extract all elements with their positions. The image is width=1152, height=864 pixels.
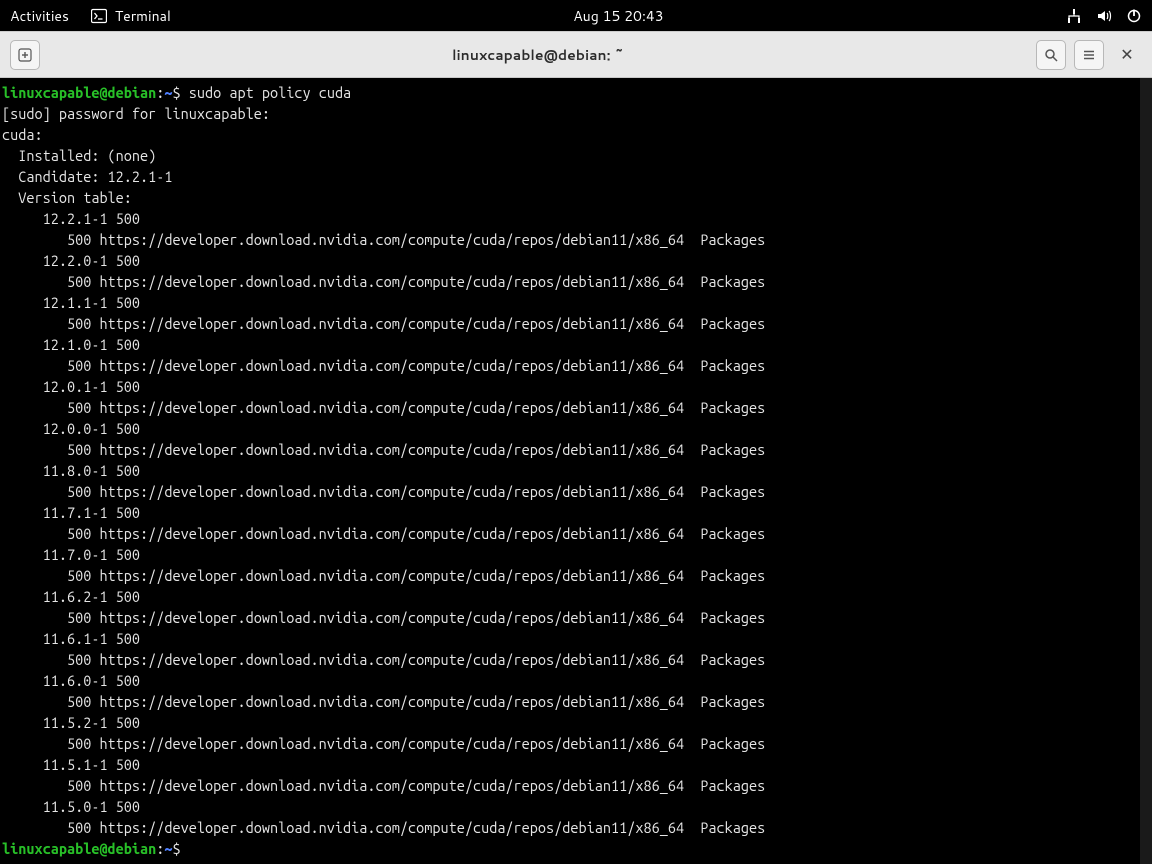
close-button[interactable]: ✕ xyxy=(1112,40,1142,70)
version-table-header: Version table: xyxy=(2,189,132,206)
terminal-app-label: Terminal xyxy=(115,6,171,26)
prompt-path: ~ xyxy=(164,840,172,857)
menu-button[interactable] xyxy=(1074,40,1104,70)
installed-line: Installed: (none) xyxy=(2,147,156,164)
search-icon xyxy=(1044,48,1058,62)
terminal-output[interactable]: linuxcapable@debian:~$ sudo apt policy c… xyxy=(0,78,1152,864)
terminal-icon xyxy=(91,8,107,24)
gnome-topbar: Activities Terminal Aug 15 20:43 xyxy=(0,0,1152,31)
search-button[interactable] xyxy=(1036,40,1066,70)
clock[interactable]: Aug 15 20:43 xyxy=(171,6,1066,26)
network-icon[interactable] xyxy=(1066,8,1082,24)
close-icon: ✕ xyxy=(1120,43,1133,66)
version-list: 12.2.1-1 500 500 https://developer.downl… xyxy=(2,210,765,836)
hamburger-icon xyxy=(1082,48,1096,62)
volume-icon[interactable] xyxy=(1096,8,1112,24)
prompt-user-host: linuxcapable@debian xyxy=(2,840,156,857)
prompt-dollar: $ xyxy=(173,84,189,101)
terminal-app-indicator[interactable]: Terminal xyxy=(91,6,171,26)
candidate-line: Candidate: 12.2.1-1 xyxy=(2,168,173,185)
window-title: linuxcapable@debian: ~ xyxy=(48,45,1028,65)
new-tab-button[interactable] xyxy=(10,40,40,70)
power-icon[interactable] xyxy=(1126,8,1142,24)
prompt-path: ~ xyxy=(164,84,172,101)
plus-icon xyxy=(18,48,32,62)
prompt-user-host: linuxcapable@debian xyxy=(2,84,156,101)
sudo-password-line: [sudo] password for linuxcapable: xyxy=(2,105,278,122)
terminal-headerbar: linuxcapable@debian: ~ ✕ xyxy=(0,31,1152,78)
scrollbar[interactable] xyxy=(1140,78,1152,864)
prompt-dollar: $ xyxy=(173,840,189,857)
package-header: cuda: xyxy=(2,126,43,143)
activities-button[interactable]: Activities xyxy=(10,6,69,26)
command-text: sudo apt policy cuda xyxy=(189,84,351,101)
